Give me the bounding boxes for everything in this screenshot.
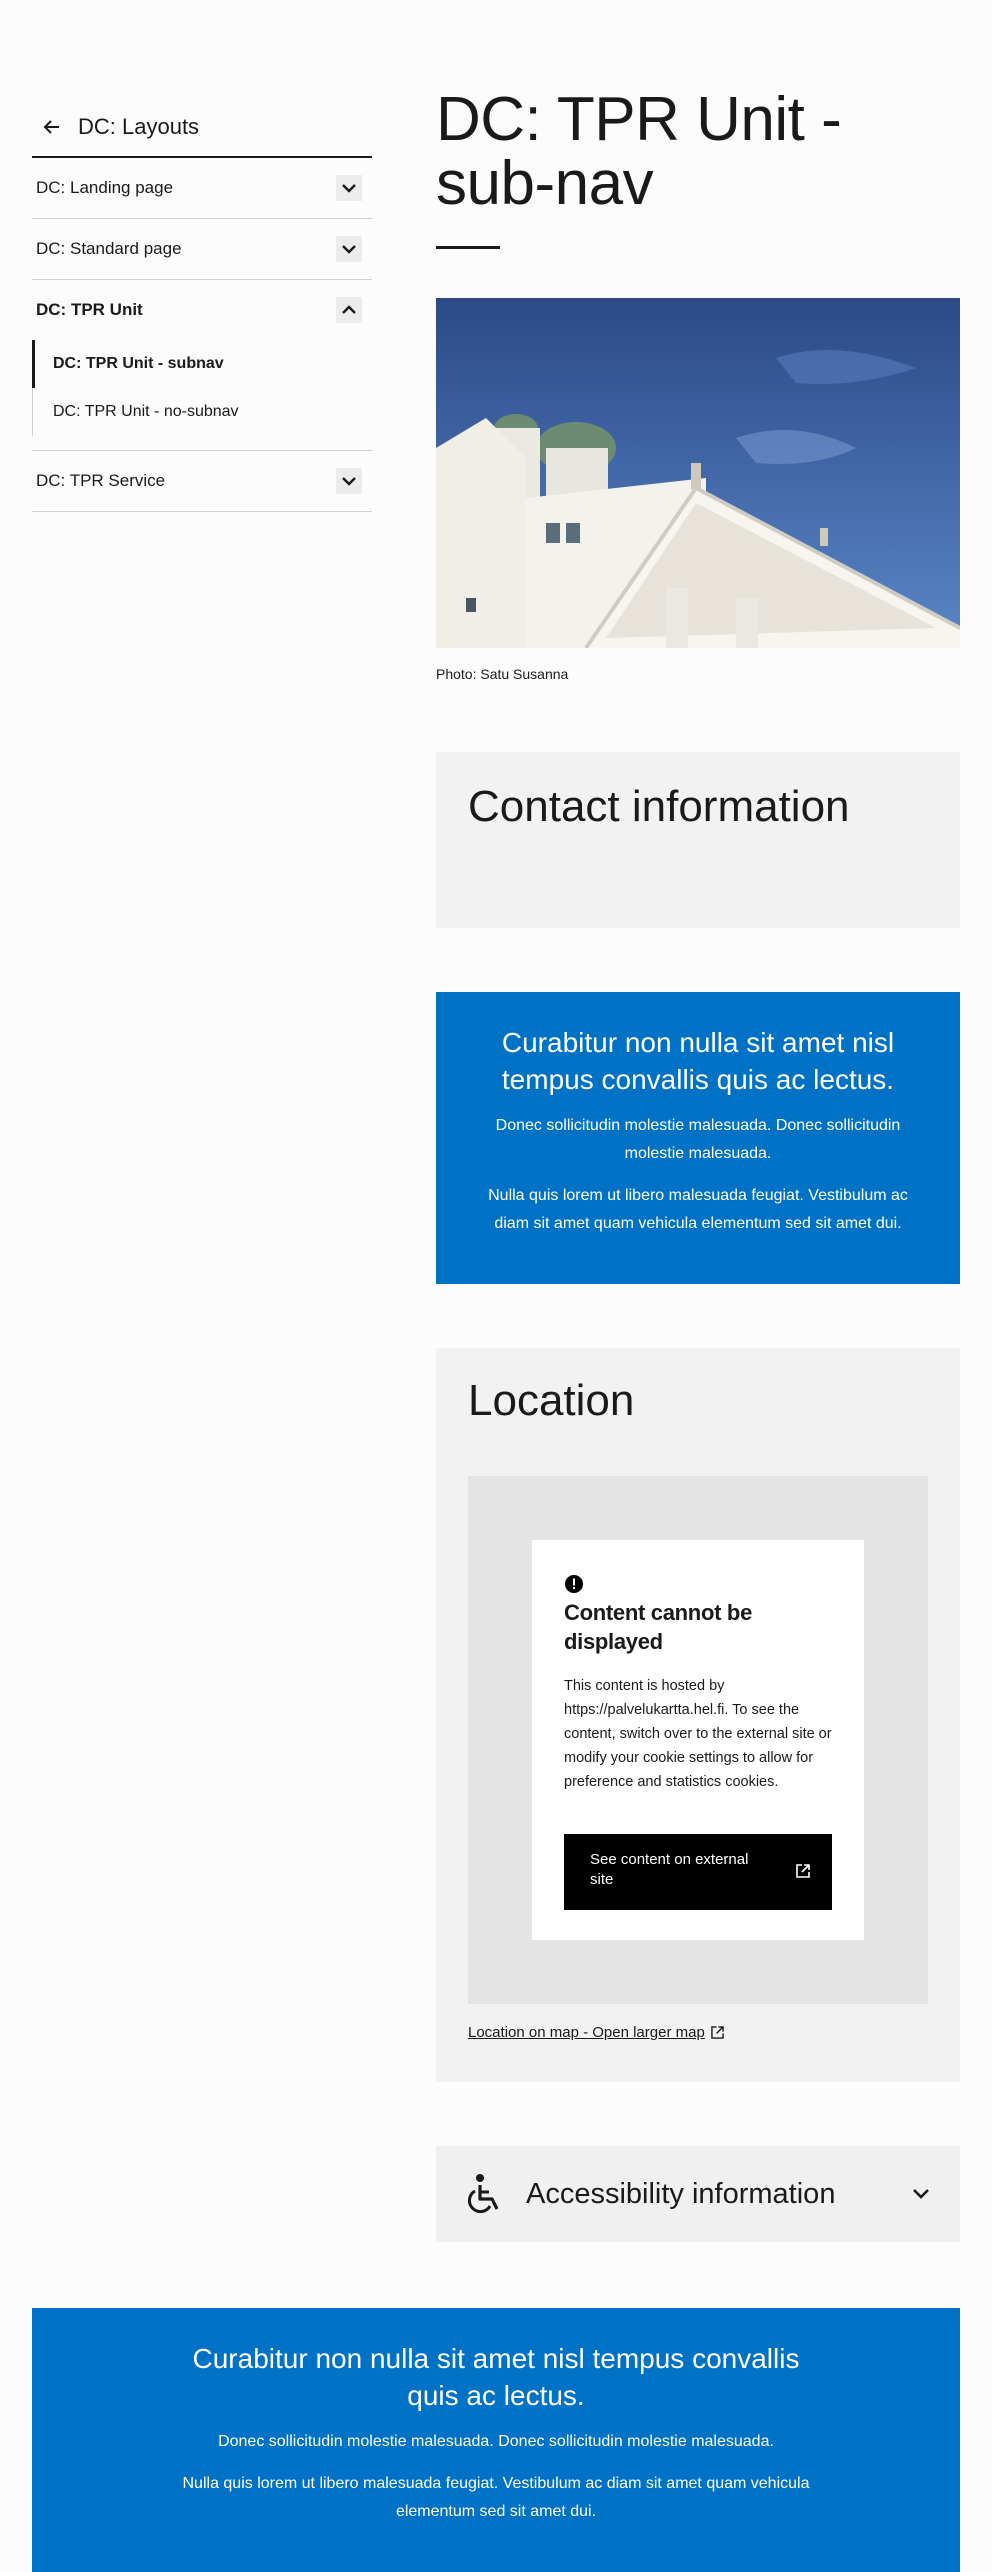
arrow-left-icon bbox=[42, 117, 62, 137]
location-heading: Location bbox=[468, 1376, 635, 1425]
contact-section: Contact information bbox=[436, 752, 960, 928]
sidebar-item-label[interactable]: DC: Landing page bbox=[36, 178, 173, 198]
notice-title: Content cannot be displayed bbox=[564, 1600, 753, 1654]
subnav-item-tpr-unit-no-subnav[interactable]: DC: TPR Unit - no-subnav bbox=[32, 388, 372, 436]
page-title: DC: TPR Unit - sub-nav bbox=[436, 85, 842, 218]
highlight-section: Curabitur non nulla sit amet nisl tempus… bbox=[436, 992, 960, 1284]
title-divider bbox=[436, 246, 500, 249]
sidebar-item-tpr-unit-head[interactable]: DC: TPR Unit bbox=[32, 280, 372, 340]
external-content-button[interactable]: See content on external site bbox=[564, 1834, 832, 1910]
chevron-down-icon[interactable] bbox=[336, 236, 362, 262]
sidebar-item-tpr-unit: DC: TPR Unit DC: TPR Unit - subnav DC: T… bbox=[32, 280, 372, 451]
back-link-label: DC: Layouts bbox=[78, 114, 200, 139]
sidebar-item-landing-page: DC: Landing page bbox=[32, 158, 372, 219]
highlight-lead: Curabitur non nulla sit amet nisl tempus… bbox=[501, 1027, 895, 1095]
alert-icon bbox=[564, 1574, 584, 1594]
subnav: DC: TPR Unit - subnav DC: TPR Unit - no-… bbox=[32, 340, 372, 450]
cookie-notice: Content cannot be displayed This content… bbox=[532, 1540, 864, 1940]
accessibility-label: Accessibility information bbox=[526, 2177, 836, 2210]
footer-lead: Curabitur non nulla sit amet nisl tempus… bbox=[192, 2343, 800, 2411]
sidebar-item-standard-page: DC: Standard page bbox=[32, 219, 372, 280]
footer-highlight: Curabitur non nulla sit amet nisl tempus… bbox=[32, 2308, 960, 2572]
external-content-button-label: See content on external site bbox=[590, 1851, 749, 1888]
map-placeholder: Content cannot be displayed This content… bbox=[468, 1476, 928, 2004]
external-link-icon bbox=[711, 2026, 724, 2039]
sidebar-item-label[interactable]: DC: Standard page bbox=[36, 239, 182, 259]
location-section: Location Content cannot be displayed Thi… bbox=[436, 1348, 960, 2082]
wheelchair-icon bbox=[466, 2173, 504, 2215]
footer-paragraph: Donec sollicitudin molestie malesuada. D… bbox=[218, 2433, 774, 2450]
external-link-icon bbox=[796, 1864, 810, 1878]
footer-paragraph: Nulla quis lorem ut libero malesuada feu… bbox=[182, 2475, 810, 2520]
chevron-down-icon[interactable] bbox=[336, 468, 362, 494]
hero-image bbox=[436, 298, 960, 648]
notice-text: This content is hosted by https://palvel… bbox=[564, 1678, 832, 1790]
chevron-down-icon[interactable] bbox=[336, 175, 362, 201]
chevron-down-icon[interactable] bbox=[910, 2183, 932, 2205]
sidebar-item-tpr-service-head[interactable]: DC: TPR Service bbox=[32, 451, 372, 511]
chevron-up-icon[interactable] bbox=[336, 297, 362, 323]
sidebar-item-tpr-service: DC: TPR Service bbox=[32, 451, 372, 512]
sidebar-item-label[interactable]: DC: TPR Service bbox=[36, 471, 165, 491]
sidebar-item-label[interactable]: DC: TPR Unit bbox=[36, 300, 143, 320]
highlight-paragraph: Nulla quis lorem ut libero malesuada feu… bbox=[488, 1187, 908, 1232]
sidebar-item-landing-page-head[interactable]: DC: Landing page bbox=[32, 158, 372, 218]
map-link[interactable]: Location on map - Open larger map bbox=[468, 2024, 724, 2041]
photo-caption: Photo: Satu Susanna bbox=[436, 666, 569, 682]
back-link[interactable]: DC: Layouts bbox=[32, 98, 372, 158]
subnav-item-tpr-unit-subnav[interactable]: DC: TPR Unit - subnav bbox=[32, 340, 372, 388]
highlight-paragraph: Donec sollicitudin molestie malesuada. D… bbox=[495, 1117, 901, 1162]
map-link-label[interactable]: Location on map - Open larger map bbox=[468, 2024, 705, 2041]
contact-heading: Contact information bbox=[468, 782, 850, 831]
accessibility-accordion[interactable]: Accessibility information bbox=[436, 2146, 960, 2242]
sidebar-item-standard-page-head[interactable]: DC: Standard page bbox=[32, 219, 372, 279]
sidebar-nav: DC: Layouts DC: Landing page DC: Standar… bbox=[32, 98, 372, 512]
